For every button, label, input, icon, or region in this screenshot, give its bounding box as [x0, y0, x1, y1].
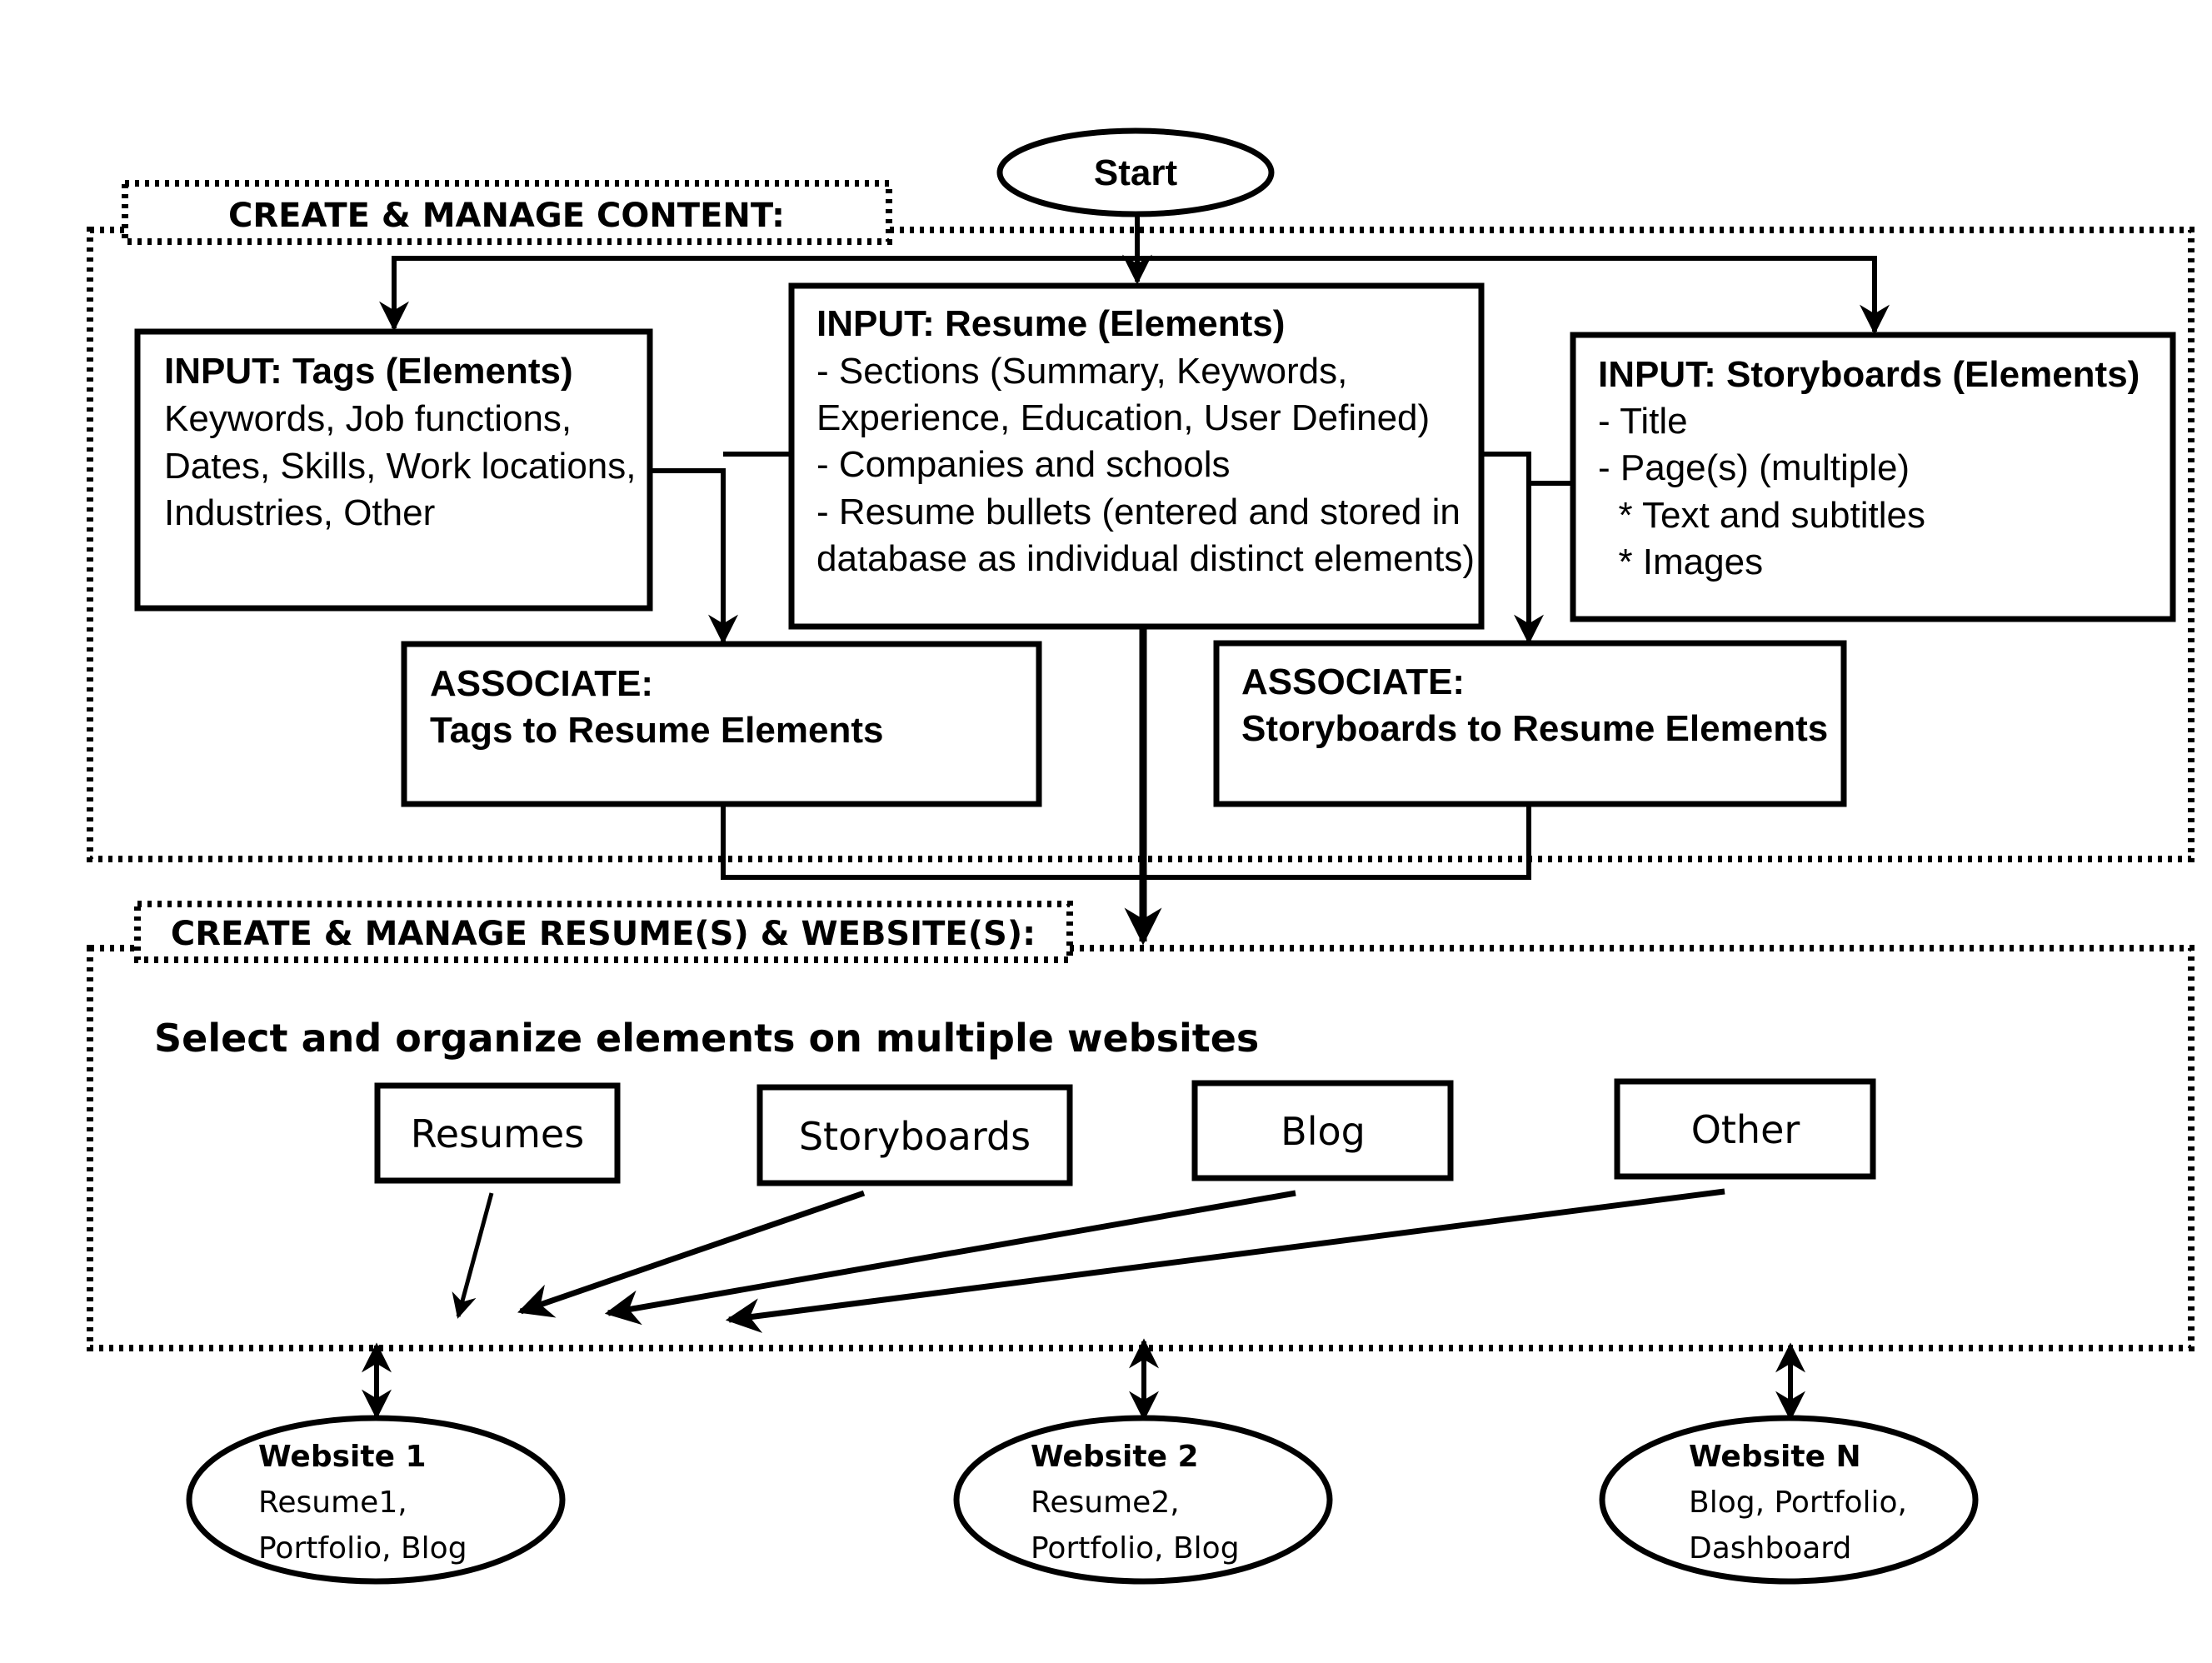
- select-organize-heading: Select and organize elements on multiple…: [154, 1016, 1259, 1061]
- website-n-node: Website N Blog, Portfolio, Dashboard: [1599, 1415, 1979, 1585]
- category-other-label: Other: [1691, 1107, 1800, 1152]
- tags-input-box: INPUT: Tags (Elements) Keywords, Job fun…: [134, 328, 653, 612]
- tags-to-associate-connector: [650, 468, 738, 645]
- category-resumes: Resumes: [374, 1082, 621, 1184]
- websites-region-label: CREATE & MANAGE RESUME(S) & WEBSITE(S):: [171, 915, 1036, 953]
- storyboards-input-line: - Page(s) (multiple): [1598, 447, 1910, 488]
- storyboards-input-title: INPUT: Storyboards (Elements): [1598, 354, 2140, 395]
- tags-input-line: Keywords, Job functions,: [164, 398, 572, 439]
- tags-input-title: INPUT: Tags (Elements): [164, 351, 573, 392]
- content-region-label: CREATE & MANAGE CONTENT:: [228, 197, 785, 235]
- website-n-title: Website N: [1689, 1440, 1861, 1474]
- associate-tags-title: ASSOCIATE:: [430, 663, 653, 704]
- resume-to-associate-storyboards-connector: [1481, 452, 1544, 645]
- category-other: Other: [1614, 1078, 1876, 1180]
- website-2-node: Website 2 Resume2, Portfolio, Blog: [953, 1415, 1333, 1585]
- storyboards-input-line: * Text and subtitles: [1598, 495, 1925, 536]
- resume-input-line: - Resume bullets (entered and stored in: [816, 492, 1461, 532]
- category-blog: Blog: [1191, 1080, 1454, 1181]
- website-n-line: Dashboard: [1689, 1531, 1851, 1566]
- resumes-arrow: [452, 1192, 494, 1319]
- associate-tags-subtitle: Tags to Resume Elements: [430, 710, 883, 751]
- website-1-line: Portfolio, Blog: [258, 1531, 467, 1566]
- storyboards-input-line: - Title: [1598, 401, 1688, 442]
- website-2-line: Resume2,: [1031, 1486, 1180, 1520]
- resume-input-title: INPUT: Resume (Elements): [816, 303, 1285, 344]
- category-storyboards: Storyboards: [756, 1084, 1073, 1186]
- associate-tags-down-connector: [721, 804, 1531, 880]
- associate-tags-box: ASSOCIATE: Tags to Resume Elements: [401, 641, 1042, 807]
- associate-storyboards-box: ASSOCIATE: Storyboards to Resume Element…: [1213, 640, 1847, 807]
- start-label: Start: [1094, 152, 1178, 193]
- storyboards-input-line: * Images: [1598, 542, 1763, 582]
- website-1-node: Website 1 Resume1, Portfolio, Blog: [186, 1415, 566, 1585]
- other-arrow: [725, 1188, 1725, 1333]
- website-1-title: Website 1: [258, 1440, 427, 1474]
- associate-storyboards-title: ASSOCIATE:: [1241, 662, 1465, 702]
- category-storyboards-label: Storyboards: [799, 1114, 1031, 1159]
- flowchart-diagram: CREATE & MANAGE CONTENT: Start INPUT: Ta…: [87, 127, 2195, 1585]
- website-2-title: Website 2: [1031, 1440, 1199, 1474]
- category-blog-label: Blog: [1281, 1109, 1366, 1154]
- website-n-line: Blog, Portfolio,: [1689, 1486, 1907, 1520]
- start-node: Start: [996, 127, 1275, 217]
- resume-input-box: INPUT: Resume (Elements) - Sections (Sum…: [788, 282, 1485, 630]
- blog-arrow: [604, 1190, 1296, 1326]
- storyboards-arrow: [517, 1190, 866, 1318]
- tags-input-line: Industries, Other: [164, 492, 435, 533]
- website-1-line: Resume1,: [258, 1486, 407, 1520]
- resume-input-line: - Companies and schools: [816, 444, 1230, 485]
- resume-input-line: - Sections (Summary, Keywords,: [816, 351, 1347, 392]
- resume-input-line: Experience, Education, User Defined): [816, 397, 1430, 438]
- category-resumes-label: Resumes: [411, 1111, 584, 1156]
- storyboards-input-box: INPUT: Storyboards (Elements) - Title - …: [1570, 332, 2176, 622]
- associate-storyboards-subtitle: Storyboards to Resume Elements: [1241, 708, 1828, 749]
- website-2-line: Portfolio, Blog: [1031, 1531, 1240, 1566]
- tags-input-line: Dates, Skills, Work locations,: [164, 446, 636, 487]
- resume-input-line: database as individual distinct elements…: [816, 538, 1475, 579]
